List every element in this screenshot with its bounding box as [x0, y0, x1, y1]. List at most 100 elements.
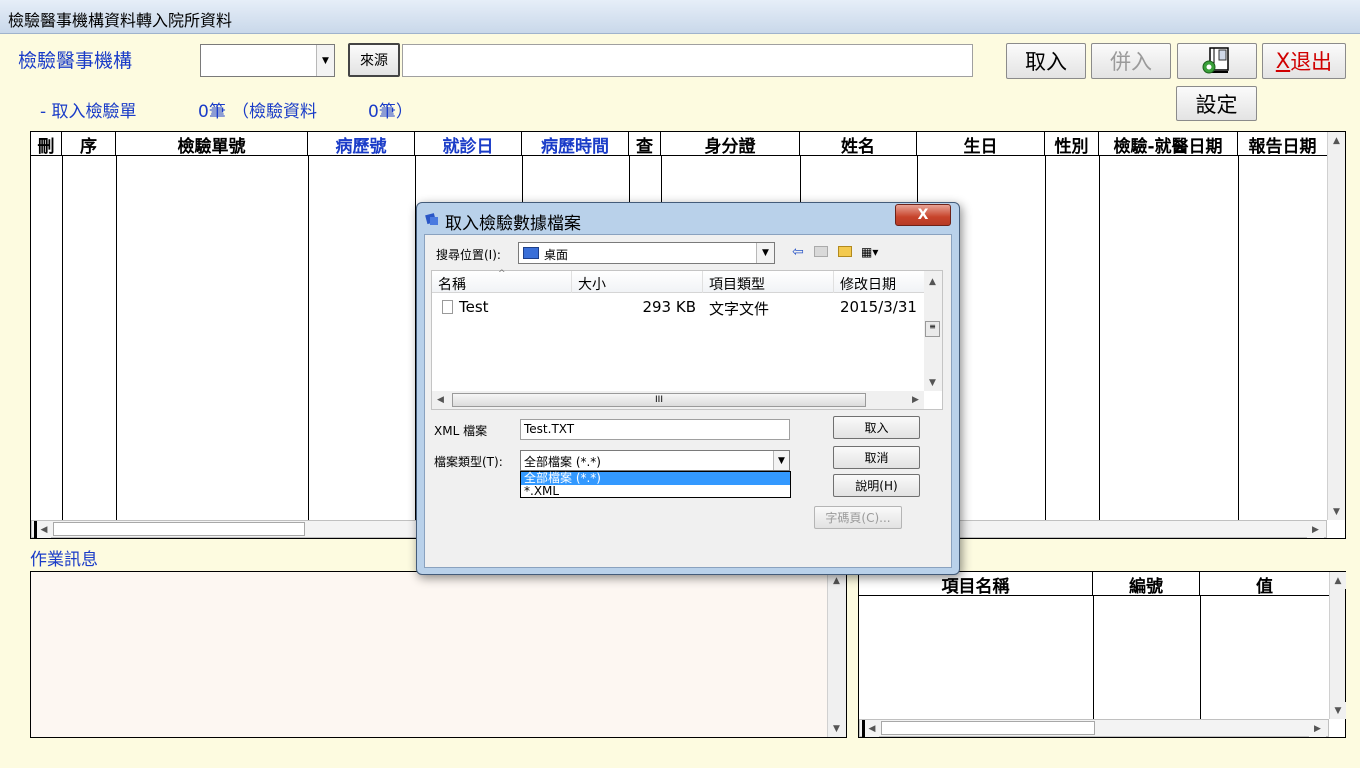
- merge-button-label: 併入: [1110, 50, 1152, 74]
- grid-scroll-thumb[interactable]: [53, 522, 305, 536]
- grid-divider: [1045, 156, 1046, 520]
- agency-label: 檢驗醫事機構: [18, 50, 133, 72]
- grid-divider: [116, 156, 117, 520]
- col-visit-date[interactable]: 就診日: [415, 132, 522, 157]
- source-path-field[interactable]: [402, 44, 973, 77]
- book-tool-button[interactable]: [1177, 43, 1257, 79]
- col-file-name[interactable]: 名稱 ^: [432, 269, 572, 293]
- filetype-label: 檔案類型(T):: [434, 455, 503, 469]
- col-file-date[interactable]: 修改日期: [834, 271, 924, 293]
- detail-grid[interactable]: 項目名稱 編號 值 ▲ ▼ ◀ ▶: [858, 571, 1346, 738]
- filetype-select[interactable]: 全部檔案 (*.*) ▼: [520, 450, 790, 471]
- import-file-dialog[interactable]: 取入檢驗數據檔案 X 搜尋位置(I): 桌面 ▼ ⇦ ▦▾ 名稱 ^ 大小 項目類…: [416, 202, 960, 575]
- new-folder-icon[interactable]: [838, 246, 852, 257]
- filetype-option-selected[interactable]: 全部檔案 (*.*): [521, 472, 790, 485]
- scroll-right-icon[interactable]: ▶: [907, 391, 924, 408]
- col-item-name[interactable]: 項目名稱: [859, 572, 1093, 597]
- codepage-button[interactable]: 字碼頁(C)...: [814, 506, 902, 529]
- view-menu-icon[interactable]: ▦▾: [861, 245, 878, 259]
- detail-vertical-scrollbar[interactable]: ▲ ▼: [1329, 572, 1346, 719]
- grid-divider: [1200, 596, 1201, 719]
- col-order-no[interactable]: 檢驗單號: [116, 132, 308, 157]
- col-delete[interactable]: 刪: [31, 132, 62, 157]
- col-check[interactable]: 查: [629, 132, 661, 157]
- open-button[interactable]: 取入: [833, 416, 920, 439]
- hscroll-thumb[interactable]: III: [452, 393, 866, 407]
- scroll-left-icon[interactable]: ◀: [862, 720, 879, 737]
- col-chart-time[interactable]: 病歷時間: [522, 132, 629, 157]
- agency-select[interactable]: ▼: [200, 44, 335, 77]
- look-in-label: 搜尋位置(I):: [436, 248, 501, 262]
- col-id-no[interactable]: 身分證: [661, 132, 800, 157]
- col-birthday[interactable]: 生日: [917, 132, 1045, 157]
- col-name[interactable]: 姓名: [800, 132, 917, 157]
- look-in-select[interactable]: 桌面 ▼: [518, 242, 775, 264]
- filetype-value: 全部檔案 (*.*): [524, 455, 601, 469]
- file-row[interactable]: Test 293 KB 文字文件 2015/3/31: [432, 296, 924, 318]
- col-item-value[interactable]: 值: [1200, 572, 1329, 597]
- scroll-down-icon[interactable]: ▼: [1328, 503, 1345, 520]
- source-button[interactable]: 來源: [348, 43, 400, 77]
- scroll-right-icon[interactable]: ▶: [1307, 521, 1324, 538]
- data-count: 0筆）: [368, 102, 413, 122]
- chevron-down-icon[interactable]: ▼: [756, 243, 774, 263]
- grid-vertical-scrollbar[interactable]: ▲ ▼: [1327, 132, 1345, 520]
- log-scrollbar[interactable]: ▲ ▼: [827, 572, 846, 737]
- detail-scroll-thumb[interactable]: [881, 721, 1095, 735]
- settings-button[interactable]: 設定: [1176, 86, 1257, 121]
- grid-divider: [1099, 156, 1100, 520]
- file-list-vscroll[interactable]: ▲ ≡ ▼: [924, 271, 942, 391]
- summary-prefix: - 取入檢驗單: [40, 102, 137, 122]
- col-exam-date[interactable]: 檢驗-就醫日期: [1099, 132, 1238, 157]
- grid-divider: [62, 156, 63, 520]
- book-icon: [1202, 47, 1229, 74]
- file-size: 293 KB: [642, 298, 696, 316]
- scroll-up-icon[interactable]: ▲: [1330, 572, 1346, 589]
- col-seq[interactable]: 序: [62, 132, 116, 157]
- grid-divider: [308, 156, 309, 520]
- exam-grid-header: 刪 序 檢驗單號 病歷號 就診日 病歷時間 查 身分證 姓名 生日 性別 檢驗-…: [31, 132, 1327, 157]
- col-chart-no[interactable]: 病歷號: [308, 132, 415, 157]
- title-bar: 檢驗醫事機構資料轉入院所資料: [0, 0, 1360, 34]
- scroll-up-icon[interactable]: ▲: [924, 273, 941, 290]
- scroll-down-icon[interactable]: ▼: [924, 374, 941, 391]
- scroll-left-icon[interactable]: ◀: [34, 521, 51, 538]
- filename-input[interactable]: Test.TXT: [520, 419, 790, 440]
- file-list-hscroll[interactable]: ◀ III ▶: [432, 391, 924, 409]
- look-in-value: 桌面: [544, 248, 569, 262]
- chevron-down-icon[interactable]: ▼: [773, 451, 789, 470]
- filetype-dropdown[interactable]: 全部檔案 (*.*) *.XML: [520, 471, 791, 498]
- filetype-option[interactable]: *.XML: [521, 485, 790, 498]
- file-type: 文字文件: [709, 300, 770, 318]
- detail-horizontal-scrollbar[interactable]: ◀ ▶: [859, 719, 1329, 737]
- exit-button[interactable]: X 退出: [1262, 43, 1346, 79]
- scroll-right-icon[interactable]: ▶: [1309, 720, 1326, 737]
- vscroll-grip-icon[interactable]: ≡: [925, 321, 940, 337]
- scroll-up-icon[interactable]: ▲: [1328, 132, 1345, 149]
- up-folder-icon[interactable]: [814, 246, 828, 257]
- grid-divider: [1093, 596, 1094, 719]
- col-item-code[interactable]: 編號: [1093, 572, 1200, 597]
- grid-divider: [1238, 156, 1239, 520]
- window-title: 檢驗醫事機構資料轉入院所資料: [8, 11, 233, 30]
- col-sex[interactable]: 性別: [1045, 132, 1099, 157]
- col-file-type[interactable]: 項目類型: [703, 271, 834, 293]
- help-button[interactable]: 說明(H): [833, 474, 920, 497]
- col-file-name-label: 名稱: [438, 277, 466, 293]
- import-button[interactable]: 取入: [1006, 43, 1086, 79]
- dialog-close-button[interactable]: X: [895, 204, 951, 226]
- scroll-down-icon[interactable]: ▼: [1330, 702, 1346, 719]
- chevron-down-icon[interactable]: ▼: [316, 45, 334, 76]
- scroll-down-icon[interactable]: ▼: [828, 720, 845, 737]
- open-button-label: 取入: [864, 421, 889, 435]
- log-area[interactable]: ▲ ▼: [30, 571, 847, 738]
- file-list[interactable]: 名稱 ^ 大小 項目類型 修改日期 Test 293 KB 文字文件 2015/3…: [431, 269, 943, 410]
- text-file-icon: [442, 300, 453, 314]
- back-icon[interactable]: ⇦: [792, 244, 804, 260]
- scroll-left-icon[interactable]: ◀: [432, 391, 449, 408]
- col-file-size[interactable]: 大小: [572, 271, 703, 293]
- cancel-button[interactable]: 取消: [833, 446, 920, 469]
- col-report-date[interactable]: 報告日期: [1238, 132, 1327, 157]
- help-button-label: 說明(H): [855, 479, 898, 493]
- merge-button[interactable]: 併入: [1091, 43, 1171, 79]
